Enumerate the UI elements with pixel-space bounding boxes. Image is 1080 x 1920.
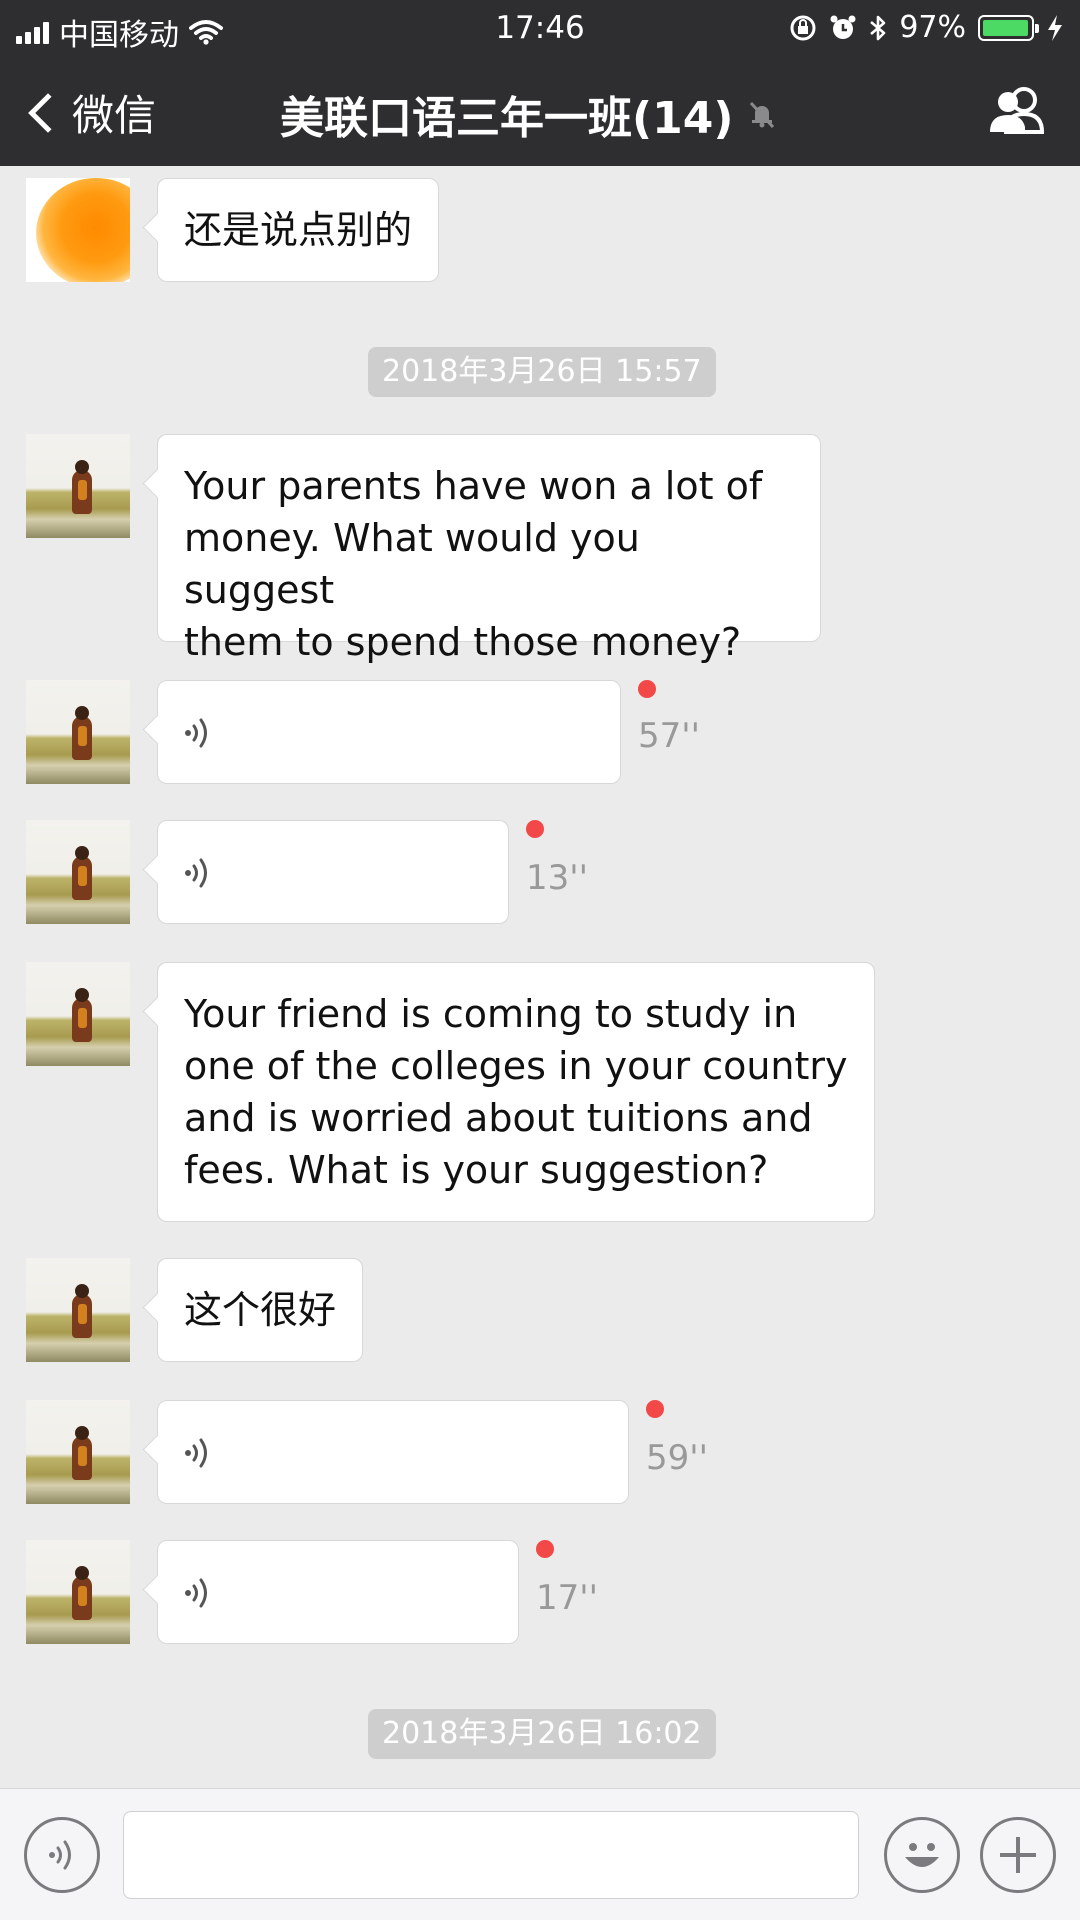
message-text-line: Your friend is coming to study in [184, 992, 798, 1036]
message-row: 57'' [0, 680, 1080, 784]
text-message-bubble[interactable]: 还是说点别的 [157, 178, 440, 282]
message-input[interactable] [123, 1811, 859, 1899]
voice-duration: 17'' [536, 1578, 598, 1618]
unread-dot [646, 1400, 664, 1418]
mute-bell-icon [750, 101, 775, 129]
back-button[interactable]: 微信 [22, 82, 156, 143]
rotation-lock-icon [790, 15, 816, 40]
voice-input-button[interactable] [24, 1817, 100, 1893]
avatar-redacted[interactable] [26, 178, 130, 282]
voice-wave-icon [185, 858, 207, 888]
avatar[interactable] [26, 1540, 130, 1644]
battery-percent: 97% [899, 10, 966, 45]
unread-dot [526, 820, 544, 838]
message-text-line: them to spend those money? [184, 620, 742, 664]
battery-icon [978, 14, 1039, 41]
battery-fill [983, 19, 1028, 36]
avatar[interactable] [26, 1400, 130, 1504]
message-row: Your parents have won a lot of money. Wh… [0, 434, 1080, 664]
text-message-bubble[interactable]: 这个很好 [157, 1258, 364, 1362]
message-text-line: and is worried about tuitions and [184, 1096, 813, 1140]
message-text-line: fees. What is your suggestion? [184, 1148, 769, 1192]
status-bar: 中国移动 17:46 97% [0, 0, 1080, 54]
message-row: 这个很好 [0, 1258, 1080, 1362]
alarm-icon [830, 15, 856, 39]
message-text-line: Your parents have won a lot of [184, 464, 763, 508]
emoji-icon [905, 1843, 939, 1867]
chat-title-group: 美联口语三年一班(14) [280, 82, 777, 146]
message-row: 17'' [0, 1540, 1080, 1644]
message-row: 还是说点别的 [0, 178, 1080, 282]
unread-dot [536, 1540, 554, 1558]
avatar[interactable] [26, 1258, 130, 1362]
voice-duration: 59'' [646, 1438, 708, 1478]
timestamp-label: 2018年3月26日 16:02 [368, 1709, 716, 1759]
voice-wave-icon [185, 718, 207, 748]
avatar[interactable] [26, 434, 130, 538]
message-text-line: money. What would you suggest [184, 516, 640, 612]
message-text: 这个很好 [184, 1288, 337, 1332]
message-row: 13'' [0, 820, 1080, 924]
voice-message-bubble[interactable] [157, 820, 509, 924]
message-row: 59'' [0, 1400, 1080, 1504]
voice-message-bubble[interactable] [157, 1400, 629, 1504]
voice-duration: 13'' [526, 858, 588, 898]
back-label: 微信 [72, 91, 157, 140]
input-bar [0, 1788, 1080, 1920]
timestamp-label: 2018年3月26日 15:57 [368, 347, 716, 397]
avatar[interactable] [26, 820, 130, 924]
message-row: Your friend is coming to study in one of… [0, 962, 1080, 1224]
avatar[interactable] [26, 680, 130, 784]
avatar[interactable] [26, 962, 130, 1066]
bluetooth-icon [870, 15, 886, 40]
group-members-button[interactable] [988, 86, 1048, 138]
emoji-button[interactable] [884, 1817, 960, 1893]
voice-message-bubble[interactable] [157, 1540, 519, 1644]
voice-input-icon [49, 1840, 71, 1870]
group-members-icon [990, 87, 1045, 134]
chat-header: 微信 美联口语三年一班(14) [0, 54, 1080, 166]
voice-wave-icon [185, 1438, 207, 1468]
message-text: 还是说点别的 [184, 208, 413, 252]
chat-title: 美联口语三年一班(14) [280, 93, 734, 144]
message-text-line: one of the colleges in your country [184, 1044, 848, 1088]
voice-message-bubble[interactable] [157, 680, 621, 784]
chevron-left-icon [28, 92, 68, 133]
message-list[interactable]: 还是说点别的 2018年3月26日 15:57 Your parents hav… [0, 166, 1080, 1788]
voice-duration: 57'' [638, 716, 700, 756]
text-message-bubble[interactable]: Your friend is coming to study in one of… [157, 962, 875, 1222]
more-button[interactable] [980, 1817, 1056, 1893]
plus-icon [1000, 1837, 1036, 1873]
text-message-bubble[interactable]: Your parents have won a lot of money. Wh… [157, 434, 821, 664]
charging-bolt-icon [1048, 14, 1062, 41]
voice-wave-icon [185, 1578, 207, 1608]
unread-dot [638, 680, 656, 698]
